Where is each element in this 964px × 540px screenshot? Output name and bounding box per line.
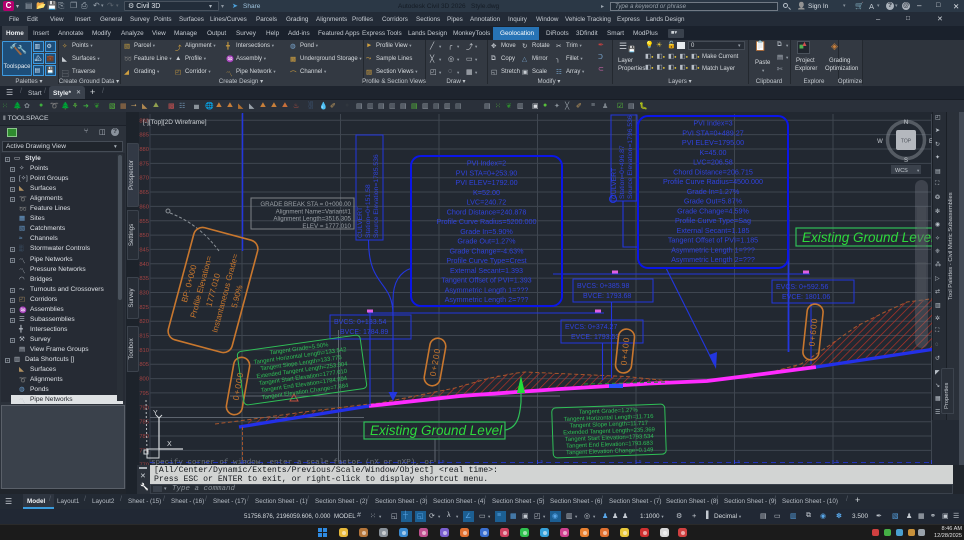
svg-text:785: 785: [139, 420, 149, 426]
svg-text:ELEV = 1777.010: ELEV = 1777.010: [302, 223, 351, 230]
svg-text:K=45.00: K=45.00: [700, 148, 727, 157]
svg-text:K=52.00: K=52.00: [473, 188, 500, 197]
svg-text:Y: Y: [153, 410, 158, 417]
svg-text:820: 820: [139, 319, 149, 325]
svg-text:835: 835: [139, 276, 149, 282]
svg-text:825: 825: [139, 305, 149, 311]
svg-text:LVC=206.58: LVC=206.58: [693, 158, 733, 167]
svg-text:Asymmetric Length 1=???: Asymmetric Length 1=???: [671, 245, 755, 254]
svg-text:815: 815: [139, 334, 149, 340]
svg-text:CULVERT: CULVERT: [357, 207, 364, 238]
svg-text:Grade Out=5.87%: Grade Out=5.87%: [684, 197, 743, 206]
svg-text:845: 845: [139, 248, 149, 254]
svg-text:Asymmetric Length 2=???: Asymmetric Length 2=???: [671, 255, 755, 264]
svg-text:840: 840: [139, 262, 149, 268]
svg-text:850: 850: [139, 233, 149, 239]
svg-text:795: 795: [139, 391, 149, 397]
svg-text:875: 875: [139, 161, 149, 167]
svg-text:Grade In=5.90%: Grade In=5.90%: [460, 227, 513, 236]
svg-text:N: N: [904, 120, 908, 126]
svg-text:865: 865: [139, 190, 149, 196]
svg-text:PVI ELEV=1795.00: PVI ELEV=1795.00: [682, 138, 744, 147]
svg-text:EVCS: 0+592.56: EVCS: 0+592.56: [776, 284, 828, 291]
svg-text:790: 790: [139, 405, 149, 411]
svg-text:EVCE: 1801.06: EVCE: 1801.06: [782, 294, 830, 301]
svg-text:Station=0+151.58: Station=0+151.58: [365, 184, 372, 238]
svg-text:GRADE BREAK STA = 0+000.00: GRADE BREAK STA = 0+000.00: [260, 201, 351, 208]
svg-text:EVCE: 1793.53: EVCE: 1793.53: [571, 334, 619, 341]
svg-text:External Secant=1.185: External Secant=1.185: [677, 226, 750, 235]
svg-text:PVI Index=3: PVI Index=3: [693, 119, 732, 128]
svg-text:Profile Curve Type=Crest: Profile Curve Type=Crest: [446, 256, 526, 265]
svg-text:Source Elevation=1785.536: Source Elevation=1785.536: [373, 154, 380, 238]
svg-text:Chord Distance=206.715: Chord Distance=206.715: [673, 167, 753, 176]
svg-text:X: X: [167, 441, 172, 448]
svg-text:BVCE: 1784.89: BVCE: 1784.89: [340, 329, 388, 336]
svg-text:Asymmetric Length 1=???: Asymmetric Length 1=???: [445, 285, 529, 294]
svg-text:870: 870: [139, 176, 149, 182]
svg-text:Existing Ground Level: Existing Ground Level: [370, 423, 503, 438]
svg-text:830: 830: [139, 291, 149, 297]
svg-text:855: 855: [139, 219, 149, 225]
svg-text:BVCS: 0+385.98: BVCS: 0+385.98: [577, 283, 629, 290]
svg-text:PVI ELEV=1792.00: PVI ELEV=1792.00: [455, 178, 517, 187]
svg-text:S: S: [904, 158, 908, 164]
svg-text:800: 800: [139, 377, 149, 383]
svg-text:Grade Change=-4.63%: Grade Change=-4.63%: [449, 246, 524, 255]
svg-text:Alignment Name=Variant#1: Alignment Name=Variant#1: [276, 208, 352, 215]
svg-text:Alignment Length=3516.305: Alignment Length=3516.305: [273, 216, 351, 223]
svg-text:Asymmetric Length 2=???: Asymmetric Length 2=???: [445, 295, 529, 304]
svg-text:Profile Curve Radius=5200.000: Profile Curve Radius=5200.000: [436, 217, 536, 226]
svg-text:Chord Distance=240.878: Chord Distance=240.878: [447, 207, 527, 216]
svg-text:BVCS: 0+133.54: BVCS: 0+133.54: [334, 319, 386, 326]
svg-text:860: 860: [139, 204, 149, 210]
svg-text:PVI STA=0+253.90: PVI STA=0+253.90: [456, 168, 517, 177]
svg-text:Station=0+496.87: Station=0+496.87: [619, 145, 626, 199]
svg-text:Source Elevation=1796.536: Source Elevation=1796.536: [627, 115, 634, 199]
svg-text:PVI Index=2: PVI Index=2: [467, 159, 506, 168]
svg-text:880: 880: [139, 147, 149, 153]
svg-text:Profile Curve Radius=4500.000: Profile Curve Radius=4500.000: [663, 177, 763, 186]
svg-text:External Secant=1.393: External Secant=1.393: [450, 266, 523, 275]
svg-text:W: W: [877, 139, 883, 145]
svg-text:810: 810: [139, 348, 149, 354]
svg-text:805: 805: [139, 362, 149, 368]
svg-text:780: 780: [139, 434, 149, 440]
svg-text:Tangent Offset of PVI=1.393: Tangent Offset of PVI=1.393: [441, 276, 531, 285]
svg-text:LVC=240.72: LVC=240.72: [467, 198, 507, 207]
svg-text:Grade In=1.27%: Grade In=1.27%: [687, 187, 740, 196]
svg-text:EVCS: 0+374.27: EVCS: 0+374.27: [565, 324, 617, 331]
svg-text:BVCE: 1793.68: BVCE: 1793.68: [583, 293, 631, 300]
svg-text:WCS: WCS: [895, 168, 908, 174]
svg-text:CULVERT: CULVERT: [611, 168, 618, 199]
svg-text:Tangent Offset of PVI=1.185: Tangent Offset of PVI=1.185: [668, 236, 758, 245]
svg-text:TOP: TOP: [901, 139, 912, 145]
svg-text:[-][Top][2D Wireframe]: [-][Top][2D Wireframe]: [143, 119, 207, 126]
svg-text:885: 885: [139, 133, 149, 139]
svg-text:Grade Change=4.59%: Grade Change=4.59%: [677, 206, 749, 215]
svg-text:PVI STA=0+489.27: PVI STA=0+489.27: [682, 128, 743, 137]
svg-text:Profile Curve Type=Sag: Profile Curve Type=Sag: [675, 216, 751, 225]
svg-text:Grade Out=1.27%: Grade Out=1.27%: [457, 237, 516, 246]
